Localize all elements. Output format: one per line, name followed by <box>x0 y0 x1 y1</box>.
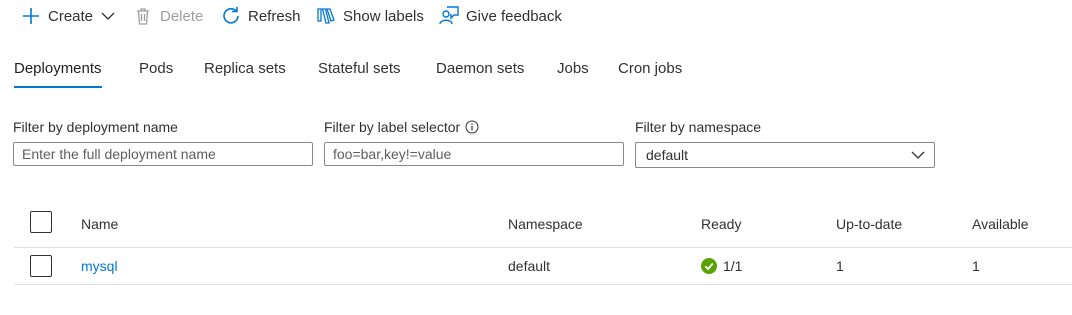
label-selector-filter-label-row: Filter by label selector <box>324 118 479 136</box>
ready-cell: 1/1 <box>701 248 742 284</box>
column-header-name[interactable]: Name <box>81 200 118 247</box>
create-button[interactable]: Create <box>20 0 119 32</box>
row-select-checkbox[interactable] <box>30 255 52 277</box>
show-labels-button[interactable]: Show labels <box>315 0 424 32</box>
delete-label: Delete <box>160 7 204 25</box>
tab-stateful-sets[interactable]: Stateful sets <box>318 58 401 86</box>
table-row[interactable]: mysql default 1/1 1 1 <box>14 248 1072 285</box>
plus-icon <box>20 5 42 27</box>
deployment-name-link[interactable]: mysql <box>81 258 118 274</box>
show-labels-label: Show labels <box>343 7 424 25</box>
column-header-namespace[interactable]: Namespace <box>508 200 583 247</box>
chevron-down-icon[interactable] <box>97 5 119 27</box>
available-cell: 1 <box>972 258 980 274</box>
feedback-icon <box>438 5 460 27</box>
tab-deployments[interactable]: Deployments <box>14 58 102 88</box>
tab-daemon-sets[interactable]: Daemon sets <box>436 58 524 86</box>
deployment-name-input[interactable] <box>13 142 313 166</box>
refresh-button[interactable]: Refresh <box>220 0 301 32</box>
up-to-date-cell: 1 <box>836 258 844 274</box>
select-all-checkbox[interactable] <box>30 211 52 233</box>
trash-icon <box>132 5 154 27</box>
namespace-selected-value: default <box>646 147 689 163</box>
namespace-filter-label: Filter by namespace <box>635 119 762 135</box>
deployment-name-cell: mysql <box>81 248 118 284</box>
info-icon[interactable] <box>465 120 479 134</box>
refresh-label: Refresh <box>248 7 301 25</box>
label-selector-filter-label: Filter by label selector <box>324 119 461 135</box>
ready-value: 1/1 <box>723 258 743 274</box>
tag-icon <box>315 5 337 27</box>
deployments-page: Create Delete Refresh Show labels Give f… <box>0 0 1072 315</box>
deployment-name-filter-label: Filter by deployment name <box>13 119 178 135</box>
check-circle-icon <box>701 258 717 274</box>
refresh-icon <box>220 5 242 27</box>
tab-jobs[interactable]: Jobs <box>557 58 589 86</box>
chevron-down-icon <box>910 147 926 166</box>
tab-cron-jobs[interactable]: Cron jobs <box>618 58 682 86</box>
namespace-filter: Filter by namespace default <box>635 118 935 168</box>
table-header-row: Name Namespace Ready Up-to-date Availabl… <box>14 200 1072 248</box>
label-selector-input[interactable] <box>324 142 624 166</box>
deployment-name-filter: Filter by deployment name <box>13 118 313 166</box>
label-selector-filter: Filter by label selector <box>324 118 624 166</box>
column-header-up-to-date[interactable]: Up-to-date <box>836 200 902 247</box>
column-header-ready[interactable]: Ready <box>701 200 741 247</box>
create-label: Create <box>48 7 94 25</box>
give-feedback-button[interactable]: Give feedback <box>438 0 562 32</box>
namespace-dropdown[interactable]: default <box>635 142 935 168</box>
column-header-available[interactable]: Available <box>972 200 1029 247</box>
namespace-cell: default <box>508 258 551 274</box>
tab-pods[interactable]: Pods <box>139 58 173 86</box>
delete-button[interactable]: Delete <box>132 0 203 32</box>
give-feedback-label: Give feedback <box>466 7 562 25</box>
tab-replica-sets[interactable]: Replica sets <box>204 58 286 86</box>
